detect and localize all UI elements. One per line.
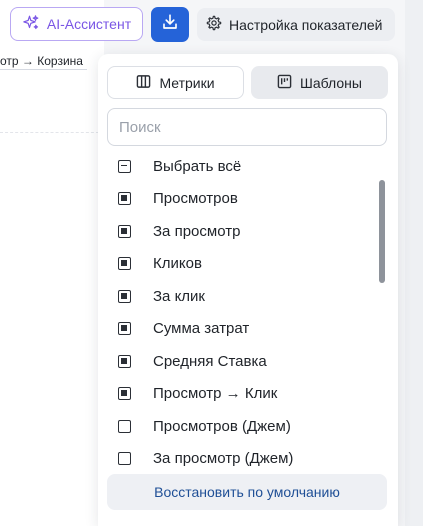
list-item[interactable]: За просмотр — [98, 215, 378, 247]
item-checkbox[interactable] — [118, 419, 131, 433]
item-checkbox[interactable] — [118, 289, 131, 303]
select-all-checkbox[interactable] — [118, 159, 131, 173]
item-checkbox[interactable] — [118, 322, 131, 335]
metrics-settings-button[interactable]: Настройка показателей — [197, 8, 395, 41]
list-item-label: Выбрать всё — [153, 157, 242, 175]
list-item[interactable]: За клик — [98, 280, 378, 312]
sparkle-icon — [22, 14, 40, 35]
metrics-settings-label: Настройка показателей — [229, 16, 383, 33]
list-item-label: Кликов — [153, 255, 202, 272]
list-item-select-all[interactable]: Выбрать всё — [98, 150, 378, 182]
gear-icon — [206, 15, 222, 34]
list-scrollbar[interactable] — [379, 180, 385, 283]
list-item[interactable]: Просмотров — [98, 183, 378, 215]
page-edge — [405, 0, 423, 526]
list-item-label: Сумма затрат — [153, 320, 250, 337]
tab-templates-label: Шаблоны — [300, 74, 362, 91]
columns-icon — [136, 74, 151, 92]
search-input[interactable] — [107, 108, 387, 146]
list-item[interactable]: Сумма затрат — [98, 313, 378, 345]
restore-defaults-button[interactable]: Восстановить по умолчанию — [107, 474, 387, 510]
item-checkbox[interactable] — [118, 387, 131, 400]
funnel-step-label: отр → Корзина — [0, 53, 87, 70]
list-item-label: За клик — [153, 287, 205, 305]
row-divider — [0, 132, 104, 133]
download-icon — [161, 13, 179, 36]
list-item-label: Просмотров (Джем) — [153, 417, 291, 435]
list-item[interactable]: Кликов — [98, 248, 378, 280]
tab-templates[interactable]: Шаблоны — [251, 66, 388, 99]
metrics-settings-panel: Метрики Шаблоны Выбрать всё Просмотров З… — [98, 54, 398, 526]
ai-assistant-button[interactable]: AI-Ассистент — [10, 7, 143, 41]
item-checkbox[interactable] — [118, 224, 131, 238]
list-item-label: За просмотр — [153, 222, 241, 240]
background-table-area — [0, 0, 104, 526]
list-item[interactable]: Просмотр → Клик — [98, 378, 378, 410]
tab-metrics-label: Метрики — [159, 74, 215, 91]
list-item-label: Просмотров — [153, 190, 238, 207]
list-item[interactable]: За просмотр (Джем) — [98, 443, 378, 475]
download-button[interactable] — [151, 7, 189, 42]
template-icon — [277, 74, 292, 92]
item-checkbox[interactable] — [118, 354, 131, 368]
panel-tabs: Метрики Шаблоны — [107, 66, 388, 101]
tab-metrics[interactable]: Метрики — [107, 66, 244, 99]
list-item[interactable]: Просмотров (Джем) — [98, 410, 378, 442]
list-item-label: За просмотр (Джем) — [153, 450, 294, 467]
list-item-label: Средняя Ставка — [153, 352, 267, 370]
item-checkbox[interactable] — [118, 192, 131, 205]
item-checkbox[interactable] — [118, 257, 131, 270]
list-item[interactable]: Средняя Ставка — [98, 345, 378, 377]
item-checkbox[interactable] — [118, 452, 131, 465]
ai-assistant-label: AI-Ассистент — [46, 16, 132, 32]
list-item-label: Просмотр → Клик — [153, 385, 278, 402]
